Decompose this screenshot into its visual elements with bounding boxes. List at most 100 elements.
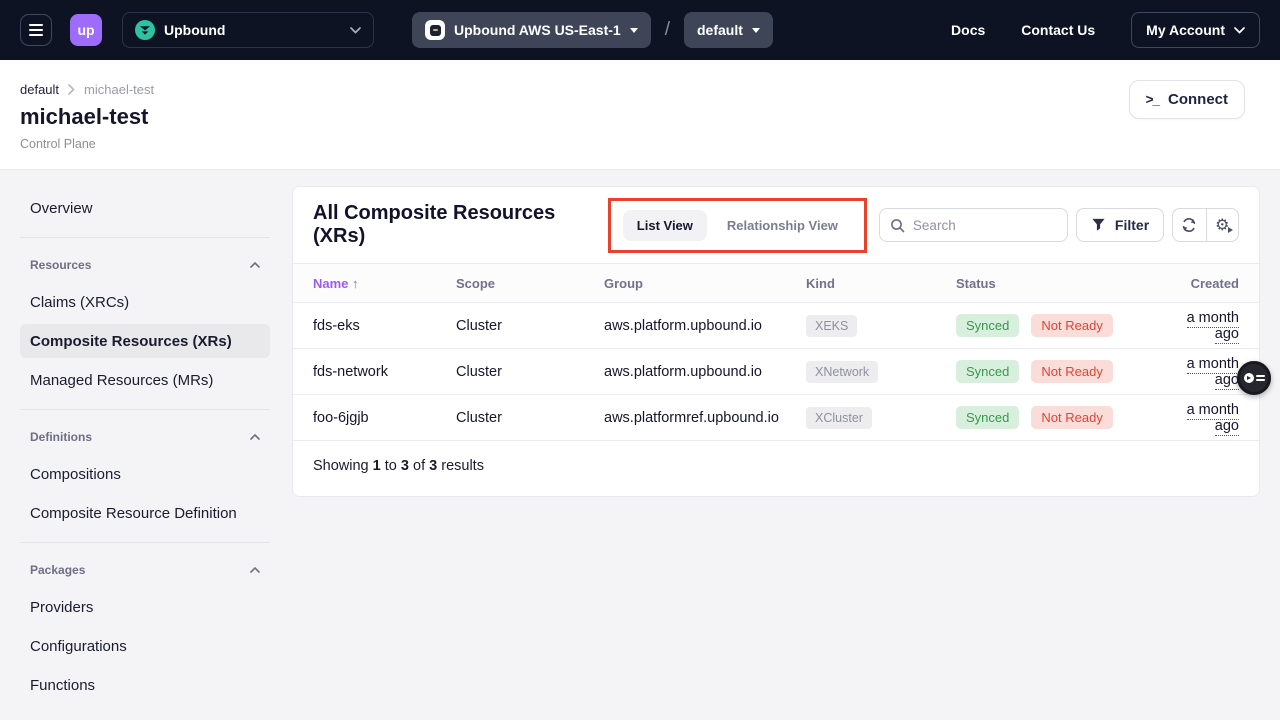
chevron-down-icon [350,27,361,34]
breadcrumb: default michael-test [20,82,1260,97]
sidebar-section-packages[interactable]: Packages [20,555,270,585]
sidebar-section-resources[interactable]: Resources [20,250,270,280]
breadcrumb-group-link[interactable]: default [20,82,59,97]
my-account-button[interactable]: My Account [1131,12,1260,48]
panel-title: All Composite Resources (XRs) [313,202,608,248]
path-separator: / [665,19,670,41]
sidebar: Overview Resources Claims (XRCs) Composi… [20,186,270,707]
page-header: default michael-test michael-test Contro… [0,60,1280,170]
table-row[interactable]: foo-6jgjb Cluster aws.platformref.upboun… [293,395,1259,441]
cell-group: aws.platform.upbound.io [604,364,806,380]
chevron-up-icon [250,567,260,573]
chevron-down-icon [1234,27,1245,34]
cell-name: fds-eks [313,318,456,334]
result-from: 1 [373,458,381,474]
main-panel: All Composite Resources (XRs) List View … [292,186,1260,497]
cell-name: foo-6jgjb [313,410,456,426]
connect-button[interactable]: >_ Connect [1129,80,1245,119]
filter-button[interactable]: Filter [1076,208,1164,242]
cell-created: a month ago [1161,402,1239,434]
sort-ascending-icon: ↑ [352,276,359,291]
play-icon [1228,227,1233,233]
list-view-toggle[interactable]: List View [623,210,707,241]
cell-scope: Cluster [456,410,604,426]
feedback-widget-button[interactable] [1237,361,1271,395]
synced-badge: Synced [956,406,1019,429]
sidebar-item-managed-resources[interactable]: Managed Resources (MRs) [20,363,270,397]
table-row[interactable]: fds-network Cluster aws.platform.upbound… [293,349,1259,395]
sidebar-item-claims[interactable]: Claims (XRCs) [20,285,270,319]
breadcrumb-chevron-icon [68,84,75,95]
sidebar-item-composite-resources[interactable]: Composite Resources (XRs) [20,324,270,358]
cell-status: Synced Not Ready [956,360,1161,383]
filter-button-label: Filter [1115,217,1149,233]
contact-us-link[interactable]: Contact Us [1021,22,1095,38]
column-header-created[interactable]: Created [1161,276,1239,291]
sidebar-item-configurations[interactable]: Configurations [20,629,270,663]
divider [20,409,270,410]
cell-kind: XNetwork [806,361,956,383]
column-header-group[interactable]: Group [604,276,806,291]
auto-refresh-settings-button[interactable]: ⚙ [1206,209,1238,241]
group-selector-button[interactable]: default [684,12,773,48]
sidebar-item-functions[interactable]: Functions [20,668,270,702]
red-annotation-box: List View Relationship View [608,198,867,253]
cell-scope: Cluster [456,318,604,334]
cell-status: Synced Not Ready [956,314,1161,337]
terminal-icon: >_ [1146,92,1159,107]
group-selector-label: default [697,22,743,38]
hamburger-menu-button[interactable] [20,14,52,46]
column-header-kind[interactable]: Kind [806,276,956,291]
kind-badge: XEKS [806,315,857,337]
column-header-name[interactable]: Name ↑ [313,276,456,291]
cell-name: fds-network [313,364,456,380]
cell-kind: XEKS [806,315,956,337]
upbound-logo[interactable]: up [70,14,102,46]
synced-badge: Synced [956,360,1019,383]
space-selector-button[interactable]: Upbound AWS US-East-1 [412,12,651,48]
relationship-view-toggle[interactable]: Relationship View [713,210,852,241]
page-title: michael-test [20,104,1260,130]
search-input[interactable] [913,218,1057,233]
search-box [879,208,1068,242]
sidebar-item-compositions[interactable]: Compositions [20,457,270,491]
cell-status: Synced Not Ready [956,406,1161,429]
cell-group: aws.platformref.upbound.io [604,410,806,426]
sidebar-section-label: Packages [30,563,85,577]
page-subtitle: Control Plane [20,137,1260,151]
result-total: 3 [429,458,437,474]
results-summary: Showing 1 to 3 of 3 results [293,441,1259,496]
connect-button-label: Connect [1168,91,1228,108]
docs-link[interactable]: Docs [951,22,985,38]
breadcrumb-current: michael-test [84,82,154,97]
table-row[interactable]: fds-eks Cluster aws.platform.upbound.io … [293,303,1259,349]
top-navbar: up Upbound Upbound AWS US-East-1 / defau… [0,0,1280,60]
table-header: Name ↑ Scope Group Kind Status Created [293,263,1259,303]
sidebar-section-definitions[interactable]: Definitions [20,422,270,452]
feedback-widget-lines-icon [1256,372,1265,384]
cell-kind: XCluster [806,407,956,429]
chevron-up-icon [250,434,260,440]
divider [20,237,270,238]
refresh-controls: ⚙ [1172,208,1239,242]
not-ready-badge: Not Ready [1031,314,1112,337]
created-tooltip-text: a month ago [1187,402,1239,436]
sidebar-item-xrd[interactable]: Composite Resource Definition [20,496,270,530]
divider [20,542,270,543]
space-selector-label: Upbound AWS US-East-1 [454,22,621,38]
cell-created: a month ago [1161,310,1239,342]
caret-down-icon [752,28,760,33]
sidebar-item-overview[interactable]: Overview [20,191,270,225]
refresh-button[interactable] [1173,209,1205,241]
space-icon [425,20,445,40]
column-header-status[interactable]: Status [956,276,1161,291]
sidebar-item-providers[interactable]: Providers [20,590,270,624]
org-switcher-dropdown[interactable]: Upbound [122,12,374,48]
not-ready-badge: Not Ready [1031,360,1112,383]
chevron-up-icon [250,262,260,268]
column-header-scope[interactable]: Scope [456,276,604,291]
kind-badge: XNetwork [806,361,878,383]
my-account-label: My Account [1146,22,1225,38]
synced-badge: Synced [956,314,1019,337]
sidebar-section-label: Definitions [30,430,92,444]
